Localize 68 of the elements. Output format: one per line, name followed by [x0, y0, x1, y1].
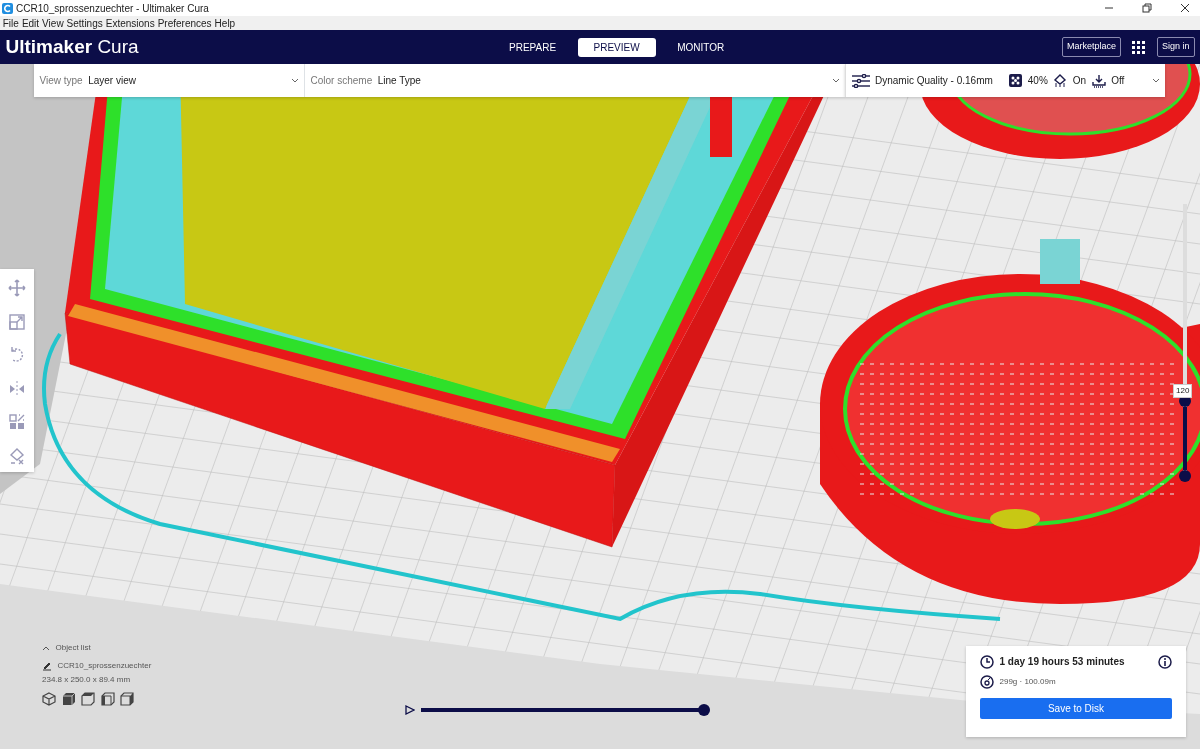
tool-button[interactable] [8, 446, 26, 465]
clock-icon [980, 654, 994, 669]
dropdown-value: Layer view [88, 74, 136, 88]
camera-view-button[interactable] [42, 691, 56, 706]
filament-spool-icon [980, 675, 994, 689]
layer-number-tooltip: 120 [1173, 384, 1193, 399]
profile-label: Dynamic Quality - 0.16mm [875, 74, 993, 88]
per-model-settings-icon [8, 413, 26, 432]
restore-icon[interactable] [1142, 3, 1152, 13]
left-view-icon [100, 691, 115, 706]
view-type-dropdown[interactable]: View type Layer view [34, 64, 305, 97]
chevron-down-icon [831, 78, 840, 83]
support-icon [1053, 73, 1068, 88]
dropdown-value: Line Type [377, 74, 421, 88]
close-icon[interactable] [1180, 3, 1190, 13]
menu-item[interactable]: Extensions [105, 15, 155, 31]
camera-view-button[interactable] [81, 691, 95, 706]
play-icon[interactable] [405, 705, 415, 715]
move-icon [8, 279, 26, 298]
layer-range-fill [1183, 407, 1187, 470]
stage-tab[interactable]: MONITOR [661, 38, 741, 57]
save-to-disk-button[interactable]: Save to Disk [980, 697, 1172, 719]
menu-item[interactable]: View [42, 15, 64, 31]
object-name: CCR10_sprossenzuechter [57, 659, 152, 672]
camera-view-button[interactable] [120, 691, 134, 706]
print-settings-panel[interactable]: Dynamic Quality - 0.16mm 40% On Off [845, 64, 1165, 97]
pencil-icon [42, 660, 52, 671]
marketplace-button[interactable]: Marketplace [1061, 37, 1121, 57]
menu-item[interactable]: Preferences [157, 15, 212, 31]
tool-button[interactable] [8, 379, 26, 398]
field-label: Color scheme [310, 74, 373, 88]
camera-view-button[interactable] [100, 691, 115, 706]
cube-icon [42, 691, 56, 706]
infill-value: 40% [1027, 74, 1048, 88]
download-icon [1091, 73, 1106, 88]
menu-item[interactable]: Help [214, 15, 236, 31]
chevron-up-icon[interactable] [42, 645, 50, 651]
stage-tab[interactable]: PREVIEW [577, 38, 656, 57]
object-dimensions: 234.8 x 250.0 x 89.4 mm [42, 674, 132, 687]
support-blocker-icon [8, 446, 26, 465]
top-view-icon [81, 691, 95, 706]
menu-item[interactable]: Settings [66, 15, 103, 31]
field-label: View type [39, 74, 83, 88]
scale-icon [8, 312, 26, 331]
mirror-icon [8, 379, 26, 398]
infill-icon [1009, 74, 1023, 87]
menu-item[interactable]: Edit [21, 15, 40, 31]
rotate-icon [8, 346, 26, 365]
stage-tab[interactable]: PREPARE [493, 38, 573, 57]
object-list-toggle[interactable]: Object list [55, 642, 91, 654]
chevron-down-icon [290, 78, 299, 83]
info-icon[interactable] [1158, 654, 1172, 669]
tool-button[interactable] [8, 312, 26, 331]
tool-button[interactable] [8, 413, 26, 431]
material-usage: 299g · 100.09m [999, 676, 1056, 688]
apps-grid-icon[interactable] [1132, 40, 1146, 54]
adhesion-value: Off [1111, 74, 1125, 88]
support-value: On [1072, 74, 1087, 88]
sign-in-button[interactable]: Sign in [1156, 37, 1195, 57]
app-logo: Ultimaker Cura [5, 34, 139, 59]
chevron-down-icon [1151, 78, 1160, 83]
print-time: 1 day 19 hours 53 minutes [999, 655, 1125, 669]
tool-button[interactable] [8, 279, 26, 297]
color-scheme-dropdown[interactable]: Color scheme Line Type [305, 73, 845, 88]
sliders-icon [851, 73, 870, 88]
menu-item[interactable]: File [2, 15, 19, 31]
window-title: CCR10_sprossenzuechter - Ultimaker Cura [16, 1, 209, 16]
right-view-icon [120, 691, 134, 706]
